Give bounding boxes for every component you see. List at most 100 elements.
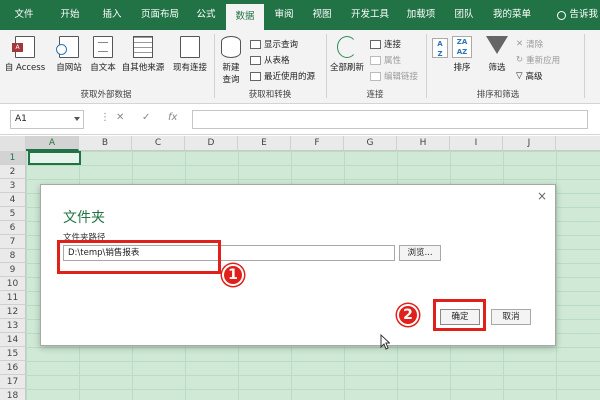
column-header[interactable]: E	[238, 136, 291, 151]
from-access-button[interactable]: A 自 Access	[2, 36, 48, 73]
refresh-all-button[interactable]: 全部刷新	[326, 36, 368, 73]
advanced-filter-button[interactable]: ▽ 高级	[516, 70, 543, 82]
sort-button[interactable]: ZA AZ 排序	[448, 36, 476, 73]
tab-team[interactable]: 团队	[446, 0, 482, 30]
tab-addins[interactable]: 加载项	[398, 0, 444, 30]
row-header[interactable]: 3	[0, 179, 26, 193]
edit-links-button[interactable]: 编辑链接	[370, 70, 418, 82]
chevron-down-icon	[74, 117, 80, 121]
from-table-button[interactable]: 从表格	[250, 54, 290, 66]
properties-button[interactable]: 属性	[370, 54, 401, 66]
new-query-button[interactable]: 新建 查询	[216, 36, 246, 85]
access-icon: A	[12, 36, 35, 58]
group-label-sort-filter: 排序和筛选	[476, 90, 520, 100]
sort-az-button[interactable]: AZ	[430, 38, 450, 61]
row-header[interactable]: 12	[0, 305, 26, 319]
table-icon	[250, 55, 261, 65]
name-box[interactable]: A1	[10, 110, 84, 129]
selected-cell-a1[interactable]	[28, 151, 81, 165]
column-header[interactable]: D	[185, 136, 238, 151]
row-header[interactable]: 13	[0, 319, 26, 333]
column-headers: A B C D E F G H I J	[0, 136, 600, 151]
from-other-sources-button[interactable]: 自其他来源	[120, 36, 166, 73]
column-header[interactable]: G	[344, 136, 397, 151]
close-icon[interactable]: ×	[537, 189, 547, 203]
insert-function-icon[interactable]: fx	[168, 112, 177, 123]
row-header[interactable]: 15	[0, 347, 26, 361]
column-header[interactable]: A	[26, 136, 79, 151]
tab-page-layout[interactable]: 页面布局	[132, 0, 188, 30]
browse-button[interactable]: 浏览...	[399, 245, 441, 261]
row-header[interactable]: 17	[0, 375, 26, 389]
group-separator	[426, 34, 427, 98]
row-header[interactable]: 16	[0, 361, 26, 375]
properties-icon	[370, 55, 381, 65]
from-text-button[interactable]: 自文本	[86, 36, 120, 73]
show-queries-button[interactable]: 显示查询	[250, 38, 298, 50]
lightbulb-icon	[557, 10, 567, 20]
column-header[interactable]: C	[132, 136, 185, 151]
column-header[interactable]: I	[450, 136, 503, 151]
cancel-entry-icon[interactable]: ✕	[116, 112, 124, 123]
tab-developer[interactable]: 开发工具	[344, 0, 396, 30]
tab-data[interactable]: 数据	[226, 4, 264, 30]
existing-connections-button[interactable]: 现有连接	[170, 36, 210, 73]
column-header[interactable]: B	[79, 136, 132, 151]
connections-icon	[370, 39, 381, 49]
reapply-icon: ↻	[516, 55, 524, 65]
from-web-button[interactable]: 自网站	[52, 36, 86, 73]
connections-button[interactable]: 连接	[370, 38, 401, 50]
row-header[interactable]: 6	[0, 221, 26, 235]
row-header[interactable]: 2	[0, 165, 26, 179]
row-header[interactable]: 5	[0, 207, 26, 221]
row-header[interactable]: 18	[0, 389, 26, 400]
clear-filter-button[interactable]: ✕ 清除	[516, 38, 543, 50]
recent-sources-icon	[250, 71, 261, 81]
formula-bar: A1 ⋮ ✕ ✓ fx	[0, 104, 600, 135]
row-header[interactable]: 10	[0, 277, 26, 291]
other-sources-icon	[133, 36, 153, 58]
ribbon-tab-bar: 文件 开始 插入 页面布局 公式 数据 审阅 视图 开发工具 加载项 团队 我的…	[0, 0, 600, 30]
column-header[interactable]: H	[397, 136, 450, 151]
row-header[interactable]: 14	[0, 333, 26, 347]
row-header[interactable]: 1	[0, 151, 26, 165]
web-icon	[56, 36, 79, 58]
sort-az-icon: AZ	[432, 38, 448, 58]
show-queries-icon	[250, 39, 261, 49]
advanced-filter-icon: ▽	[516, 71, 523, 81]
tab-file[interactable]: 文件	[4, 0, 44, 30]
edit-links-icon	[370, 71, 381, 81]
tab-view[interactable]: 视图	[304, 0, 340, 30]
select-all-corner[interactable]	[0, 136, 26, 151]
row-header[interactable]: 11	[0, 291, 26, 305]
confirm-entry-icon[interactable]: ✓	[142, 112, 150, 123]
filter-icon	[486, 36, 508, 54]
row-header[interactable]: 8	[0, 249, 26, 263]
group-label-connections: 连接	[366, 90, 384, 100]
reapply-button[interactable]: ↻ 重新应用	[516, 54, 560, 66]
mouse-cursor-icon	[380, 334, 390, 350]
text-file-icon	[93, 36, 113, 58]
database-icon	[221, 36, 241, 58]
clear-icon: ✕	[516, 39, 524, 49]
filter-button[interactable]: 筛选	[482, 36, 512, 73]
tab-review[interactable]: 审阅	[266, 0, 302, 30]
cancel-button[interactable]: 取消	[491, 309, 531, 325]
recent-sources-button[interactable]: 最近使用的源	[250, 70, 315, 82]
group-label-external: 获取外部数据	[80, 90, 132, 100]
row-header[interactable]: 4	[0, 193, 26, 207]
tab-home[interactable]: 开始	[50, 0, 90, 30]
group-separator	[214, 34, 215, 98]
row-header[interactable]: 9	[0, 263, 26, 277]
tab-insert[interactable]: 插入	[92, 0, 132, 30]
group-label-transform: 获取和转换	[248, 90, 292, 100]
formula-input[interactable]	[192, 110, 588, 129]
tab-formulas[interactable]: 公式	[188, 0, 224, 30]
column-header[interactable]: J	[503, 136, 556, 151]
tell-me-label: 告诉我	[569, 9, 598, 20]
tab-my-menu[interactable]: 我的菜单	[486, 0, 538, 30]
existing-connections-icon	[180, 36, 200, 58]
column-header[interactable]: F	[291, 136, 344, 151]
tell-me-box[interactable]: 告诉我	[557, 0, 598, 30]
row-header[interactable]: 7	[0, 235, 26, 249]
